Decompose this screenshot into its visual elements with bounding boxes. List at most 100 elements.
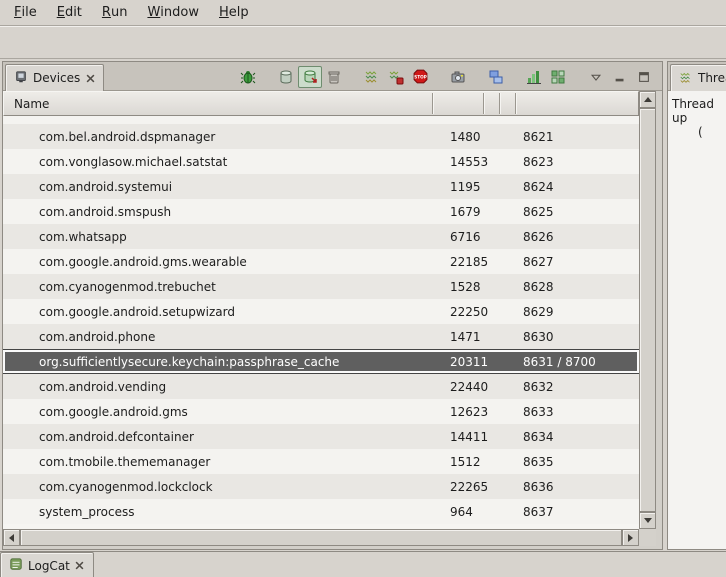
- cell-pid: 1471: [431, 330, 514, 344]
- ddms-window: FileEditRunWindowHelp Devices: [0, 0, 726, 577]
- column-divider[interactable]: [515, 93, 517, 114]
- tab-devices[interactable]: Devices: [5, 64, 104, 91]
- cell-name: com.android.smspush: [3, 205, 431, 219]
- cell-name: system_process: [3, 505, 431, 519]
- menu-item-window[interactable]: Window: [137, 0, 209, 25]
- vertical-scrollbar[interactable]: [639, 91, 656, 529]
- cell-pid: 20311: [431, 355, 514, 369]
- cell-port: 8623: [514, 155, 639, 169]
- column-divider[interactable]: [483, 93, 485, 114]
- column-divider[interactable]: [432, 93, 434, 114]
- cell-port: 8630: [514, 330, 639, 344]
- screen-capture-icon[interactable]: [446, 66, 470, 88]
- cell-port: 8625: [514, 205, 639, 219]
- vertical-scrollbar-thumb[interactable]: [639, 108, 656, 512]
- device-process-row[interactable]: com.google.android.gms126238633: [3, 399, 639, 424]
- close-icon[interactable]: [75, 561, 85, 571]
- svg-text:STOP: STOP: [414, 74, 427, 80]
- horizontal-scrollbar-thumb[interactable]: [20, 529, 622, 546]
- device-process-row[interactable]: com.android.systemui11958624: [3, 174, 639, 199]
- stop-process-icon[interactable]: STOP: [408, 66, 432, 88]
- tab-threads-label: Threads: [698, 71, 726, 85]
- cell-name: com.tmobile.thememanager: [3, 455, 431, 469]
- scrollbar-corner: [639, 529, 656, 546]
- device-process-row[interactable]: com.bel.android.dspmanager14808621: [3, 124, 639, 149]
- cell-name: com.whatsapp: [3, 230, 431, 244]
- main-toolbar: [0, 26, 726, 59]
- device-process-row-selected[interactable]: org.sufficientlysecure.keychain:passphra…: [3, 349, 639, 374]
- menubar: FileEditRunWindowHelp: [0, 0, 726, 26]
- cell-port: 8634: [514, 430, 639, 444]
- scroll-down-button[interactable]: [639, 512, 656, 529]
- close-icon[interactable]: [85, 73, 95, 83]
- cell-pid: 22265: [431, 480, 514, 494]
- cell-port: 8628: [514, 280, 639, 294]
- tab-threads[interactable]: Threads: [670, 64, 726, 91]
- cell-port: 8635: [514, 455, 639, 469]
- device-process-row[interactable]: com.vonglasow.michael.satstat145538623: [3, 149, 639, 174]
- device-process-row[interactable]: com.android.defcontainer144118634: [3, 424, 639, 449]
- menu-item-run[interactable]: Run: [92, 0, 138, 25]
- cell-port: 8631 / 8700: [514, 355, 639, 369]
- devices-view-toolbar: STOP: [236, 64, 656, 89]
- update-threads-icon[interactable]: [360, 66, 384, 88]
- devices-tabbar: Devices: [3, 62, 662, 91]
- horizontal-scrollbar[interactable]: [3, 529, 639, 546]
- scroll-right-button[interactable]: [622, 529, 639, 546]
- start-method-profiling-icon[interactable]: [384, 66, 408, 88]
- tab-logcat[interactable]: LogCat: [0, 552, 94, 577]
- dump-hprof-icon[interactable]: [298, 66, 322, 88]
- device-process-row[interactable]: com.android.vending224408632: [3, 374, 639, 399]
- cell-name: com.android.phone: [3, 330, 431, 344]
- scroll-up-button[interactable]: [639, 91, 656, 108]
- cell-name: com.google.android.setupwizard: [3, 305, 431, 319]
- device-process-row[interactable]: system_process9648637: [3, 499, 639, 524]
- cell-name: com.google.android.gms: [3, 405, 431, 419]
- capture-systrace-icon[interactable]: [522, 66, 546, 88]
- device-process-row[interactable]: com.google.android.gms.wearable221858627: [3, 249, 639, 274]
- menu-mnemonic: E: [57, 5, 65, 20]
- start-opengl-trace-icon[interactable]: [546, 66, 570, 88]
- device-process-row[interactable]: com.whatsapp67168626: [3, 224, 639, 249]
- tab-devices-label: Devices: [33, 71, 80, 85]
- minimize-icon[interactable]: [608, 66, 632, 88]
- menu-item-file[interactable]: File: [4, 0, 47, 25]
- menu-item-help[interactable]: Help: [209, 0, 259, 25]
- column-divider[interactable]: [499, 93, 501, 114]
- device-process-row[interactable]: com.tmobile.thememanager15128635: [3, 449, 639, 474]
- device-icon: [14, 70, 28, 87]
- threads-message-line1: Thread up: [672, 97, 726, 125]
- column-header-name[interactable]: Name: [14, 92, 49, 115]
- devices-panel: Devices: [2, 61, 663, 550]
- table-header: Name: [3, 91, 639, 116]
- maximize-icon[interactable]: [632, 66, 656, 88]
- device-process-row[interactable]: com.android.smspush16798625: [3, 199, 639, 224]
- view-menu-icon[interactable]: [584, 66, 608, 88]
- device-process-row[interactable]: com.google.android.setupwizard222508629: [3, 299, 639, 324]
- dump-view-hierarchy-icon[interactable]: [484, 66, 508, 88]
- cell-port: 8621: [514, 130, 639, 144]
- cell-pid: 1195: [431, 180, 514, 194]
- cell-name: com.android.vending: [3, 380, 431, 394]
- device-process-row[interactable]: com.cyanogenmod.trebuchet15288628: [3, 274, 639, 299]
- cell-name: com.bel.android.dspmanager: [3, 130, 431, 144]
- debug-process-icon[interactable]: [236, 66, 260, 88]
- cell-port: 8626: [514, 230, 639, 244]
- cell-pid: 1512: [431, 455, 514, 469]
- device-process-row[interactable]: com.android.phone14718630: [3, 324, 639, 349]
- scroll-left-button[interactable]: [3, 529, 20, 546]
- threads-panel: Threads Thread up (: [667, 61, 726, 550]
- cell-port: 8636: [514, 480, 639, 494]
- device-process-row[interactable]: com.cyanogenmod.lockclock222658636: [3, 474, 639, 499]
- cell-port: 8637: [514, 505, 639, 519]
- logcat-strip: LogCat: [0, 551, 726, 577]
- logcat-icon: [9, 557, 23, 574]
- cell-name: com.android.systemui: [3, 180, 431, 194]
- update-heap-icon[interactable]: [274, 66, 298, 88]
- cell-name: com.google.android.gms.wearable: [3, 255, 431, 269]
- menu-mnemonic: W: [147, 5, 160, 20]
- cause-gc-icon[interactable]: [322, 66, 346, 88]
- menu-mnemonic: R: [102, 5, 111, 20]
- menu-item-edit[interactable]: Edit: [47, 0, 92, 25]
- devices-table-body: com.bel.android.dspmanager14808621com.vo…: [3, 116, 639, 529]
